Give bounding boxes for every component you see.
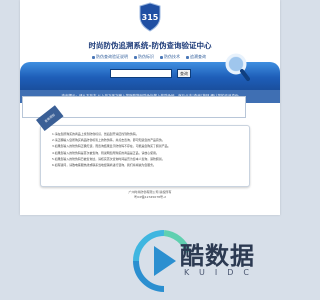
site-title: 时尚防伪追溯系统-防伪查询验证中心 xyxy=(88,41,212,50)
footer-icp: 粤ICP备12345678号-2 xyxy=(133,194,167,199)
shield-logo-icon: 315 xyxy=(139,2,161,32)
nav-item-trace[interactable]: 追溯查询 xyxy=(186,54,206,60)
top-nav: 防伪查询验证说明 防伪标识 防伪技术 追溯查询 xyxy=(92,54,206,60)
nav-item-tech[interactable]: 防伪技术 xyxy=(160,54,180,60)
page-footer: 广州时尚防伪有限公司 版权所有 粤ICP备12345678号-2 xyxy=(20,190,280,199)
search-button[interactable]: 查询 xyxy=(177,69,191,78)
notice-line: 6.如有疑问，请致电客服热线或联系当地经销商进行咨询，我们将竭诚为您服务。 xyxy=(52,163,156,168)
magnifier-icon xyxy=(225,53,250,81)
nav-bullet-icon xyxy=(186,55,189,59)
watermark-subtext: KUIDC xyxy=(184,268,259,277)
code-search-input[interactable] xyxy=(110,69,172,78)
nav-bullet-icon xyxy=(134,55,137,59)
shield-label: 315 xyxy=(142,13,159,22)
nav-bullet-icon xyxy=(92,55,95,59)
notice-lines: 1.请在您所购买的商品上找到防伪标识，然后刮开涂层找到防伪码。 2.请正确输入您… xyxy=(52,131,242,168)
nav-item-verify-guide[interactable]: 防伪查询验证说明 xyxy=(92,54,128,60)
watermark-text: 酷数据 xyxy=(180,242,255,270)
nav-item-label[interactable]: 防伪标识 xyxy=(134,54,154,60)
nav-bullet-icon xyxy=(160,55,163,59)
